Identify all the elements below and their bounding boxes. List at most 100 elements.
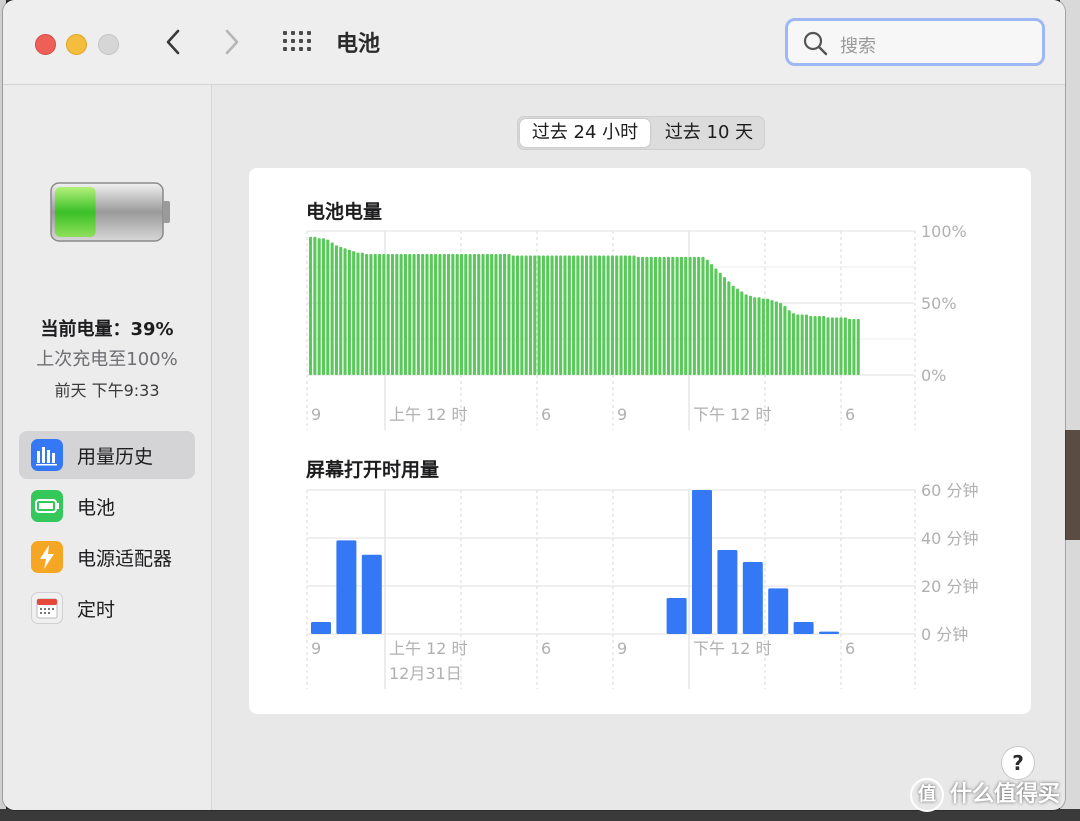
chart-bar [731,285,735,375]
chart-bar [309,236,313,375]
chart-bar [800,314,804,375]
y-tick-label: 100% [921,222,967,241]
chart-bar [697,256,701,375]
chart-bar [768,588,789,634]
chart-bar [472,254,476,375]
help-button[interactable]: ? [1001,746,1035,780]
chart-bar [481,254,485,375]
chart-bar [666,256,671,375]
chart-bar [735,288,740,375]
chart-bar [576,255,580,375]
chart-bar [412,254,416,375]
chart-bar [451,254,455,375]
chart-bar [572,255,576,375]
close-button[interactable] [35,34,56,55]
chart-bar [615,255,619,375]
x-tick-label: 上午 12 时 [389,639,468,658]
chart-bar [742,562,763,634]
chart-bar [494,254,498,375]
chart-bar [390,254,395,375]
chart-bar [311,622,331,634]
tab-past-10-days[interactable]: 过去 10 天 [654,119,764,147]
chart-bar [485,254,489,375]
x-tick-label: 6 [541,405,551,424]
chart-bar [361,554,382,634]
chart-bar [654,256,658,375]
chart-bar [447,254,451,375]
back-button[interactable] [160,27,186,57]
search-placeholder: 搜索 [840,36,876,57]
usage-charts: 100%50%0%9 上午 12 时 6 9 下午 12 时 660 分钟40 分钟20 … [306,222,978,689]
chart-bar [408,254,412,375]
sidebar-item-schedule[interactable]: 定时 [19,584,195,632]
chart-bar [792,313,796,375]
zoom-button[interactable] [98,34,119,55]
chart-bar [645,256,649,375]
y-tick-label: 60 分钟 [921,481,978,500]
x-tick-label: 6 [845,639,855,658]
x-tick-label: 6 [541,639,551,658]
chart-bar [826,317,830,375]
chart-bar [516,255,520,375]
chevron-left-icon [166,29,180,55]
chart-bar [321,238,326,375]
chart-bar [793,622,814,634]
chart-bar [477,254,481,375]
sidebar-item-power-adapter[interactable]: 电源适配器 [19,533,195,581]
chart-bar [679,256,683,375]
bar-chart-icon [31,439,63,471]
chart-bar [705,259,709,375]
chart-bar [567,255,571,375]
chart-bar [503,254,507,375]
forward-button[interactable] [219,27,245,57]
chart-bar [593,255,597,375]
chart-bar [498,254,502,375]
chart-bar [559,255,563,375]
chart-bar [369,254,373,375]
chart-bar [740,291,744,375]
sidebar-item-usage-history[interactable]: 用量历史 [19,431,195,479]
chart-bar [748,295,752,375]
chart-bar [714,268,718,375]
chart-bar [822,315,826,375]
x-tick-label: 下午 12 时 [693,639,772,658]
chart-bar [623,255,627,375]
chart-bar [813,315,817,375]
chart-bar [835,317,839,375]
chart-bar [723,277,727,375]
chart-bar [718,272,722,375]
last-charged-label: 上次充电至100% [36,349,178,370]
chart-bar [852,318,856,375]
search-field[interactable]: 搜索 [785,18,1045,66]
chart-bar [347,249,351,375]
chart-bar [804,314,809,375]
chart-bar [511,255,515,375]
chart-bar [610,255,614,375]
chart-bar [429,254,433,375]
minimize-button[interactable] [66,34,87,55]
y-tick-label: 0 分钟 [921,625,968,644]
chart-bar [761,298,765,375]
sidebar: 当前电量：39% 上次充电至100% 前天 下午9:33 用量历史 电池 电源适… [3,85,212,810]
chart-bar [356,252,360,375]
chart-bar [339,246,343,375]
chart-bar [313,236,317,375]
chart-bar [352,251,356,375]
chart-bar [434,254,438,375]
tab-past-24-hours[interactable]: 过去 24 小时 [520,119,650,147]
window-title: 电池 [336,32,381,57]
chart-bar [636,256,640,375]
sidebar-item-battery[interactable]: 电池 [19,482,195,530]
show-all-grid-button[interactable] [283,31,313,55]
chart-bar [507,254,511,375]
chart-bar [856,318,860,375]
chart-bar [520,255,524,375]
chart-bar [546,255,550,375]
watermark-text: 什么值得买 [950,782,1061,807]
chart-bar [684,256,688,375]
chart-bar [378,254,382,375]
x-tick-label: 9 [311,639,321,658]
x-tick-label: 9 [311,405,321,424]
y-tick-label: 0% [921,366,946,385]
chart-bar [688,256,692,375]
